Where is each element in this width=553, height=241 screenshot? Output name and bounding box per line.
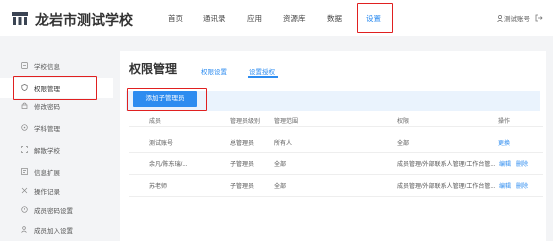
- table-divider: [129, 126, 543, 127]
- table-cell-member: 苏老师: [149, 184, 168, 190]
- table-cell-permission: 全部: [397, 141, 410, 147]
- table-cell-permission: 成员管理/外部联系人管理/工作台管...: [397, 184, 496, 190]
- sidebar-item-label: 学校信息: [34, 64, 60, 71]
- col-header-permission: 权限: [397, 119, 410, 125]
- col-header-actions: 操作: [498, 119, 511, 125]
- lock-icon: [21, 102, 28, 109]
- tab-active-indicator: [248, 76, 278, 78]
- tab-permission-settings[interactable]: 权限设置: [201, 66, 227, 76]
- sidebar-item-member-join[interactable]: 成员加入设置: [0, 220, 113, 240]
- sidebar-item-dissolve[interactable]: 解散学校: [0, 140, 113, 160]
- record-icon: [21, 187, 28, 194]
- nav-settings-highlight: [357, 3, 393, 33]
- edit-link[interactable]: 编辑: [499, 159, 511, 168]
- user-icon: [497, 15, 503, 22]
- table-divider: [129, 196, 543, 197]
- table-cell-member: 余凡/陈东瑞/...: [149, 162, 188, 168]
- col-header-level: 管理员级别: [230, 119, 261, 125]
- col-header-member: 成员: [149, 119, 162, 125]
- table-cell-scope: 全部: [274, 162, 287, 168]
- user-add-icon: [21, 226, 27, 233]
- table-cell-member: 测试账号: [149, 141, 174, 147]
- subject-icon: [21, 124, 28, 131]
- add-button-highlight: [127, 88, 207, 111]
- dissolve-icon: [21, 146, 28, 153]
- sidebar-item-label: 成员密码设置: [34, 208, 73, 215]
- delete-link[interactable]: 删除: [516, 181, 528, 190]
- replace-link[interactable]: 更换: [498, 138, 510, 147]
- sidebar-item-subjects[interactable]: 学科管理: [0, 118, 113, 138]
- sidebar-item-label: 解散学校: [34, 148, 60, 155]
- table-cell-level: 子管理员: [230, 162, 255, 168]
- sidebar-item-school-info[interactable]: 学校信息: [0, 56, 113, 76]
- sidebar-item-label: 成员加入设置: [34, 228, 73, 235]
- tab-authorization[interactable]: 设置授权: [249, 66, 275, 76]
- edit-link[interactable]: 编辑: [499, 181, 511, 190]
- sidebar-item-label: 学科管理: [34, 126, 60, 133]
- user-name[interactable]: 测试账号: [504, 13, 530, 23]
- nav-apps[interactable]: 应用: [247, 13, 262, 24]
- page-title: 权限管理: [129, 62, 178, 76]
- table-divider: [129, 174, 543, 175]
- sidebar-item-records[interactable]: 操作记录: [0, 181, 113, 201]
- nav-contacts[interactable]: 通讯录: [203, 13, 226, 24]
- top-header: 龙岩市测试学校 首页 通讯录 应用 资源库 数据 设置 测试账号: [0, 0, 553, 36]
- sidebar-item-label: 修改密码: [34, 104, 60, 111]
- sidebar-item-change-password[interactable]: 修改密码: [0, 96, 113, 116]
- table-divider: [129, 152, 543, 153]
- extend-icon: [21, 168, 28, 175]
- table-cell-level: 子管理员: [230, 184, 255, 190]
- sidebar-item-member-password[interactable]: 成员密码设置: [0, 200, 113, 220]
- logout-icon[interactable]: [535, 14, 543, 22]
- table-cell-scope: 所有人: [274, 141, 293, 147]
- school-logo-icon: [12, 12, 28, 25]
- school-icon: [21, 62, 28, 69]
- school-name: 龙岩市测试学校: [35, 12, 133, 28]
- nav-resources[interactable]: 资源库: [283, 13, 306, 24]
- delete-link[interactable]: 删除: [516, 159, 528, 168]
- sidebar-item-extend[interactable]: 信息扩展: [0, 162, 113, 182]
- key-icon: [21, 206, 28, 213]
- nav-data[interactable]: 数据: [327, 13, 342, 24]
- col-header-scope: 管理范围: [274, 119, 299, 125]
- sidebar-item-label: 操作记录: [34, 189, 60, 196]
- table-cell-scope: 全部: [274, 184, 287, 190]
- sidebar-item-label: 信息扩展: [34, 170, 60, 177]
- table-cell-level: 总管理员: [230, 141, 255, 147]
- nav-home[interactable]: 首页: [168, 13, 183, 24]
- main-panel: 权限管理 权限设置 设置授权 添加子管理员 成员 管理员级别 管理范围 权限 操…: [120, 51, 546, 241]
- table-cell-permission: 成员管理/外部联系人管理/工作台管...: [397, 162, 496, 168]
